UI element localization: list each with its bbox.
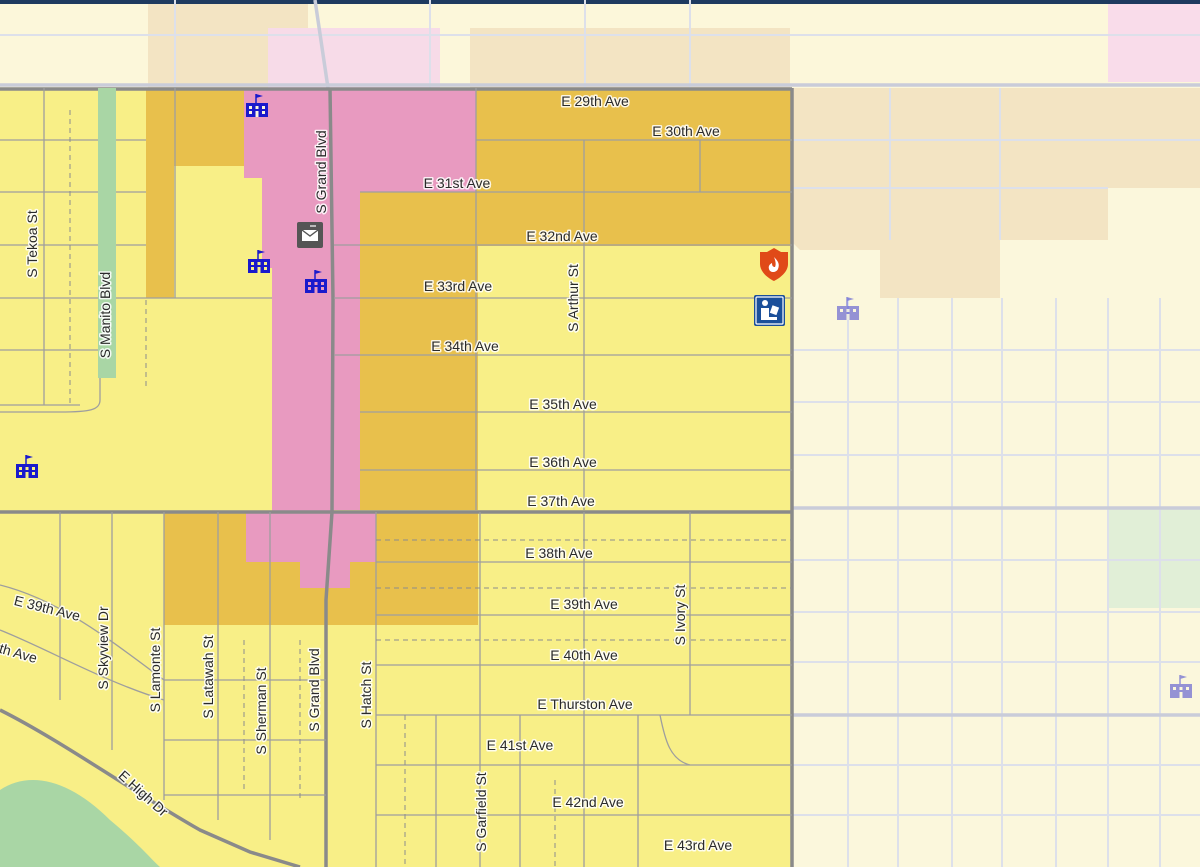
label-s-lamonte-st: S Lamonte St bbox=[147, 627, 163, 712]
label-s-tekoa-st: S Tekoa St bbox=[24, 210, 40, 278]
label-s-latawah-st: S Latawah St bbox=[200, 635, 216, 718]
label-e-36th-ave: E 36th Ave bbox=[529, 454, 597, 470]
zoning-map[interactable]: E 29th Ave E 30th Ave E 31st Ave E 32nd … bbox=[0, 0, 1200, 867]
label-e-37th-ave: E 37th Ave bbox=[527, 493, 595, 509]
label-e-38th-ave: E 38th Ave bbox=[525, 545, 593, 561]
label-e-33rd-ave: E 33rd Ave bbox=[424, 278, 492, 294]
library-icon[interactable] bbox=[754, 295, 785, 326]
label-s-sherman-st: S Sherman St bbox=[253, 667, 269, 754]
label-e-30th-ave: E 30th Ave bbox=[652, 123, 720, 139]
label-s-ivory-st: S Ivory St bbox=[672, 585, 688, 646]
post-office-icon[interactable] bbox=[297, 222, 323, 248]
label-e-31st-ave: E 31st Ave bbox=[424, 175, 491, 191]
label-e-42nd-ave: E 42nd Ave bbox=[552, 794, 624, 810]
label-s-skyview-dr: S Skyview Dr bbox=[95, 606, 111, 690]
label-e-43rd-ave: E 43rd Ave bbox=[664, 837, 732, 853]
label-e-39th-ave: E 39th Ave bbox=[550, 596, 618, 612]
label-s-hatch-st: S Hatch St bbox=[358, 661, 374, 728]
label-s-garfield-st: S Garfield St bbox=[473, 772, 489, 851]
label-s-grand-blvd-south: S Grand Blvd bbox=[306, 648, 322, 731]
label-s-grand-blvd-north: S Grand Blvd bbox=[313, 130, 329, 213]
label-e-41st-ave: E 41st Ave bbox=[487, 737, 554, 753]
label-e-40th-ave: E 40th Ave bbox=[550, 647, 618, 663]
label-e-thurston-ave: E Thurston Ave bbox=[537, 696, 632, 712]
label-s-manito-blvd: S Manito Blvd bbox=[97, 272, 113, 358]
label-e-29th-ave: E 29th Ave bbox=[561, 93, 629, 109]
label-e-34th-ave: E 34th Ave bbox=[431, 338, 499, 354]
label-s-arthur-st: S Arthur St bbox=[565, 264, 581, 332]
map-canvas[interactable]: E 29th Ave E 30th Ave E 31st Ave E 32nd … bbox=[0, 0, 1200, 867]
label-e-35th-ave: E 35th Ave bbox=[529, 396, 597, 412]
label-e-32nd-ave: E 32nd Ave bbox=[526, 228, 598, 244]
